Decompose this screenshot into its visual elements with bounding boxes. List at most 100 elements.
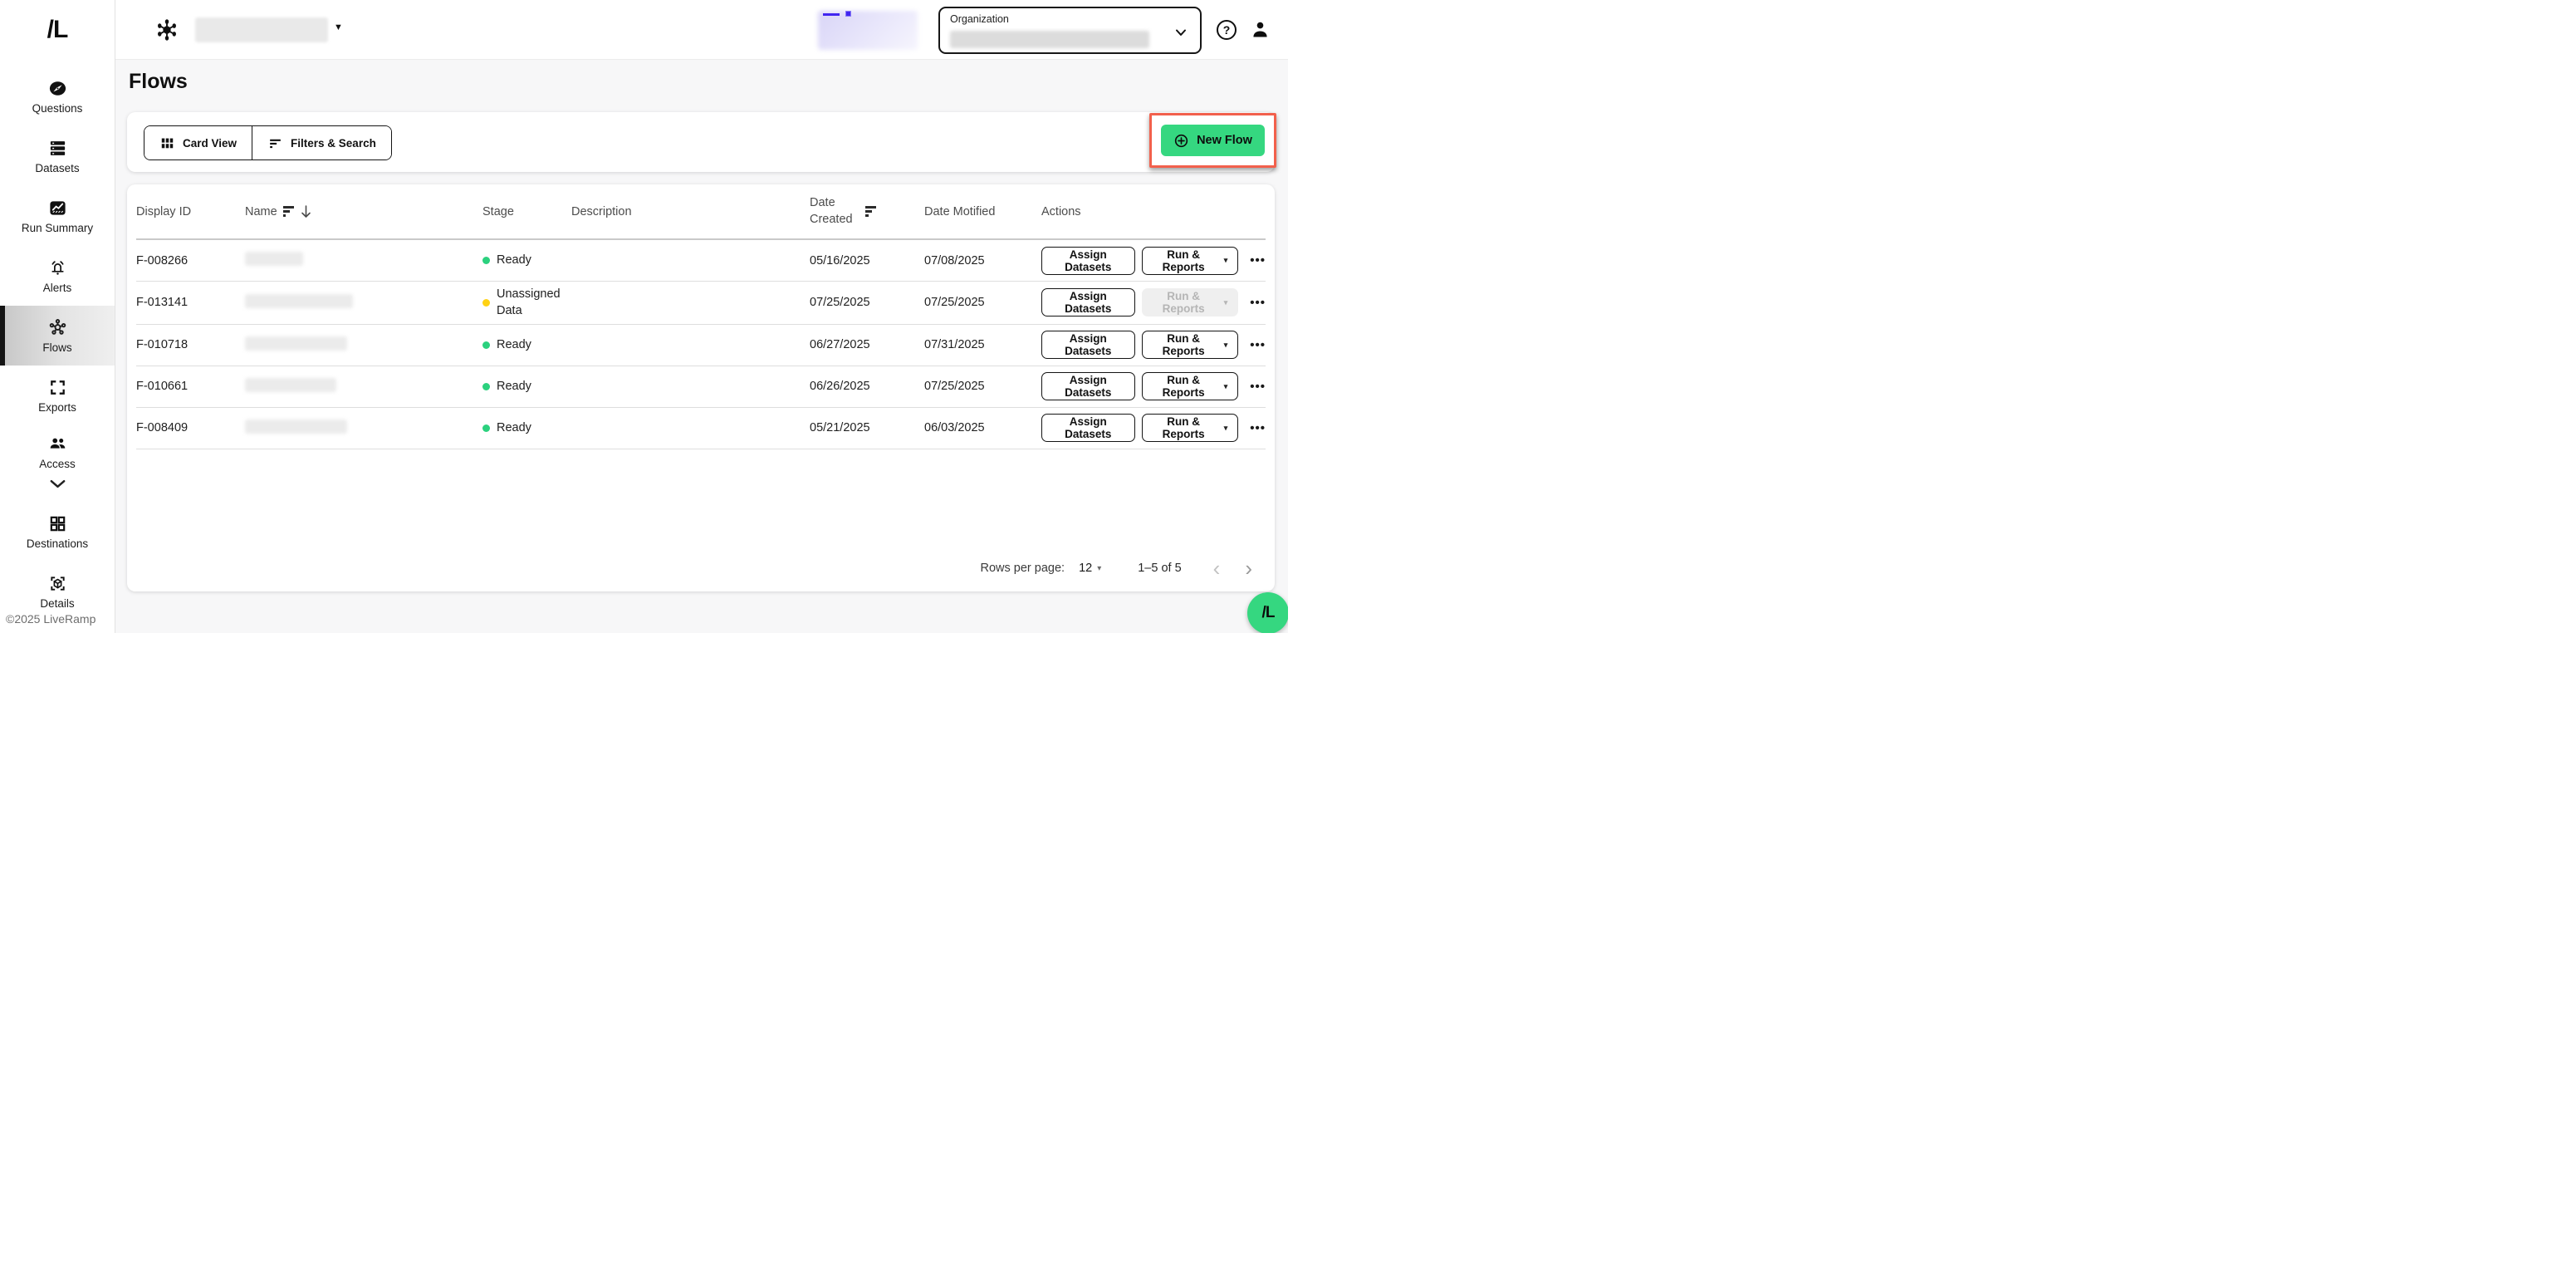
new-flow-button[interactable]: New Flow bbox=[1161, 125, 1265, 156]
card-view-button[interactable]: Card View bbox=[144, 126, 252, 159]
cell-date-modified: 07/08/2025 bbox=[924, 254, 1041, 267]
user-account-button[interactable] bbox=[1249, 18, 1271, 41]
filters-search-label: Filters & Search bbox=[291, 137, 376, 150]
expand-chevron-icon[interactable] bbox=[48, 474, 67, 493]
sidebar-item-destinations[interactable]: Destinations bbox=[0, 502, 115, 562]
cell-display-id: F-010661 bbox=[136, 380, 245, 393]
copyright-text: ©2025 LiveRamp bbox=[0, 607, 115, 633]
details-icon bbox=[48, 574, 67, 593]
caret-down-icon: ▾ bbox=[1224, 341, 1228, 350]
sidebar-item-label: Datasets bbox=[35, 162, 79, 174]
app-window: ▼ Organization ? /L Questions Datasets bbox=[0, 0, 1288, 633]
sidebar-item-label: Run Summary bbox=[22, 222, 93, 234]
run-reports-button[interactable]: Run & Reports▾ bbox=[1142, 372, 1239, 400]
rows-per-page-select[interactable]: 12 ▾ bbox=[1079, 562, 1101, 575]
status-dot-unassigned bbox=[482, 299, 490, 307]
redacted-name bbox=[245, 378, 336, 392]
question-mark-icon: ? bbox=[1223, 23, 1231, 37]
table-row: F-010661 Ready 06/26/2025 07/25/2025 Ass… bbox=[136, 366, 1266, 408]
sidebar-item-exports[interactable]: Exports bbox=[0, 366, 115, 425]
redacted-link-icon bbox=[845, 11, 851, 17]
flows-icon bbox=[48, 318, 67, 337]
redacted-name bbox=[245, 294, 353, 308]
sidebar-item-datasets[interactable]: Datasets bbox=[0, 126, 115, 186]
cell-date-created: 05/21/2025 bbox=[810, 421, 924, 434]
caret-down-icon: ▾ bbox=[1224, 256, 1228, 265]
assign-datasets-button[interactable]: Assign Datasets bbox=[1041, 331, 1135, 359]
assign-datasets-button[interactable]: Assign Datasets bbox=[1041, 288, 1135, 316]
sidebar-item-questions[interactable]: Questions bbox=[0, 66, 115, 126]
sidebar: /L Questions Datasets Run Summary Alerts… bbox=[0, 0, 115, 633]
cell-display-id: F-013141 bbox=[136, 296, 245, 309]
redacted-name bbox=[245, 252, 303, 266]
sidebar-item-alerts[interactable]: Alerts bbox=[0, 246, 115, 306]
more-actions-button[interactable]: ••• bbox=[1250, 421, 1266, 435]
cell-date-modified: 07/25/2025 bbox=[924, 296, 1041, 309]
previous-page-button[interactable]: ‹ bbox=[1213, 557, 1221, 579]
organization-select[interactable]: Organization bbox=[938, 7, 1202, 54]
caret-down-icon: ▾ bbox=[1224, 382, 1228, 391]
flow-selector-redacted-value[interactable] bbox=[195, 17, 328, 42]
run-reports-button[interactable]: Run & Reports▾ bbox=[1142, 331, 1239, 359]
pagination-range: 1–5 of 5 bbox=[1138, 562, 1181, 575]
table-row: F-008409 Ready 05/21/2025 06/03/2025 Ass… bbox=[136, 408, 1266, 449]
sidebar-item-access[interactable]: Access bbox=[0, 425, 115, 502]
more-actions-button[interactable]: ••• bbox=[1250, 253, 1266, 267]
view-toggle-group: Card View Filters & Search bbox=[144, 125, 392, 160]
flow-selector-caret-icon[interactable]: ▼ bbox=[334, 22, 343, 32]
assign-datasets-button[interactable]: Assign Datasets bbox=[1041, 372, 1135, 400]
cell-date-created: 05/16/2025 bbox=[810, 254, 924, 267]
more-actions-button[interactable]: ••• bbox=[1250, 296, 1266, 310]
column-header-date-modified: Date Motified bbox=[924, 205, 1041, 218]
annotation-highlight-box: New Flow bbox=[1149, 113, 1276, 168]
stage-cell: Ready bbox=[482, 378, 571, 395]
cell-date-modified: 06/03/2025 bbox=[924, 421, 1041, 434]
sidebar-item-flows[interactable]: Flows bbox=[0, 306, 115, 366]
sidebar-item-label: Destinations bbox=[27, 537, 88, 550]
caret-down-icon: ▾ bbox=[1097, 564, 1101, 573]
run-reports-button[interactable]: Run & Reports▾ bbox=[1142, 414, 1239, 442]
cell-date-modified: 07/25/2025 bbox=[924, 380, 1041, 393]
sort-bars-icon bbox=[865, 206, 876, 217]
sort-arrow-down-icon bbox=[300, 204, 312, 218]
stage-cell: Ready bbox=[482, 252, 571, 268]
more-actions-button[interactable]: ••• bbox=[1250, 338, 1266, 352]
cell-display-id: F-010718 bbox=[136, 338, 245, 351]
card-view-label: Card View bbox=[183, 137, 237, 150]
bell-icon bbox=[48, 258, 67, 277]
column-header-date-created[interactable]: Date Created bbox=[810, 195, 924, 228]
status-dot-ready bbox=[482, 383, 490, 390]
caret-down-icon: ▾ bbox=[1224, 298, 1228, 307]
sidebar-item-run-summary[interactable]: Run Summary bbox=[0, 186, 115, 246]
run-reports-button-disabled: Run & Reports▾ bbox=[1142, 288, 1239, 316]
more-actions-button[interactable]: ••• bbox=[1250, 380, 1266, 394]
destinations-icon bbox=[48, 514, 67, 533]
liveramp-logo: /L bbox=[0, 0, 115, 60]
run-reports-button[interactable]: Run & Reports▾ bbox=[1142, 247, 1239, 275]
sidebar-nav: Questions Datasets Run Summary Alerts Fl… bbox=[0, 66, 115, 621]
liveramp-fab-button[interactable]: /L bbox=[1247, 592, 1288, 633]
redacted-notification-area bbox=[818, 11, 918, 50]
assign-datasets-button[interactable]: Assign Datasets bbox=[1041, 414, 1135, 442]
table-row: F-010718 Ready 06/27/2025 07/31/2025 Ass… bbox=[136, 325, 1266, 366]
help-button[interactable]: ? bbox=[1217, 20, 1237, 40]
filters-search-button[interactable]: Filters & Search bbox=[252, 126, 391, 159]
redacted-link[interactable] bbox=[823, 13, 840, 16]
top-bar: ▼ Organization ? bbox=[115, 0, 1288, 60]
cell-date-created: 06/27/2025 bbox=[810, 338, 924, 351]
caret-down-icon: ▾ bbox=[1224, 424, 1228, 433]
organization-label: Organization bbox=[950, 13, 1009, 25]
table-row: F-013141 Unassigned Data 07/25/2025 07/2… bbox=[136, 282, 1266, 325]
assign-datasets-button[interactable]: Assign Datasets bbox=[1041, 247, 1135, 275]
column-header-name[interactable]: Name bbox=[245, 204, 482, 218]
sidebar-item-label: Questions bbox=[32, 102, 83, 115]
access-icon bbox=[48, 434, 67, 454]
redacted-name bbox=[245, 336, 347, 351]
next-page-button[interactable]: › bbox=[1245, 557, 1252, 579]
status-dot-ready bbox=[482, 257, 490, 264]
cell-date-created: 06/26/2025 bbox=[810, 380, 924, 393]
stage-cell: Unassigned Data bbox=[482, 286, 571, 320]
column-header-actions: Actions bbox=[1041, 205, 1266, 218]
column-header-stage: Stage bbox=[482, 205, 571, 218]
flow-hub-icon bbox=[155, 18, 179, 42]
